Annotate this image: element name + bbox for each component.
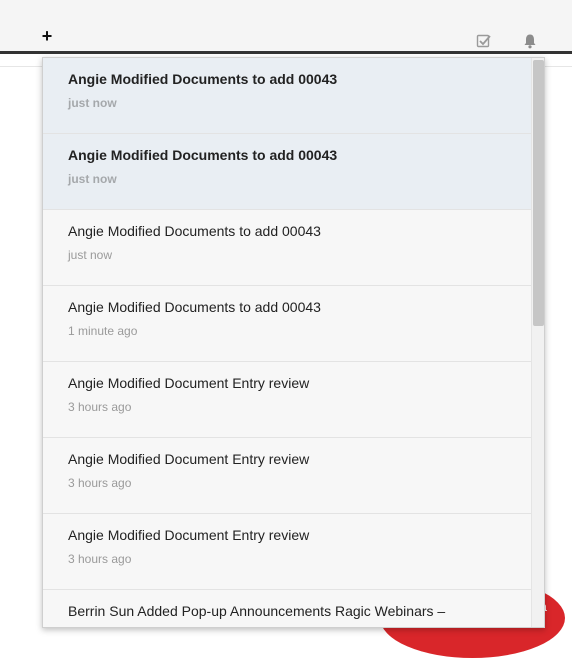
notification-item[interactable]: Berrin Sun Added Pop-up Announcements Ra… <box>43 590 531 627</box>
notification-time: 3 hours ago <box>68 400 132 414</box>
notification-item[interactable]: Angie Modified Documents to add 00043 jus… <box>43 210 531 286</box>
add-button[interactable]: + <box>39 26 55 46</box>
notification-title: Angie Modified Document Entry review <box>68 375 310 391</box>
notification-title: Angie Modified Document Entry review <box>68 451 310 467</box>
tasks-checkbox-icon[interactable] <box>476 33 492 49</box>
notification-title: Angie Modified Documents to add 00043 <box>68 147 338 163</box>
notification-time: just now <box>68 172 117 186</box>
notifications-dropdown: Angie Modified Documents to add 00043 jus… <box>42 57 545 628</box>
notification-title: Berrin Sun Added Pop-up Announcements Ra… <box>68 603 446 619</box>
notification-title: Angie Modified Documents to add 00043 <box>68 223 321 239</box>
top-navigation-bar: + <box>0 0 572 54</box>
scrollbar-thumb[interactable] <box>533 60 544 326</box>
notification-time: just now <box>68 96 117 110</box>
notification-title: Angie Modified Documents to add 00043 <box>68 299 321 315</box>
dropdown-scrollbar[interactable] <box>531 58 544 627</box>
notification-item[interactable]: Angie Modified Document Entry review 3 ho… <box>43 362 531 438</box>
notification-title: Angie Modified Documents to add 00043 <box>68 71 338 87</box>
bell-icon[interactable] <box>522 33 538 49</box>
notification-list: Angie Modified Documents to add 00043 jus… <box>43 58 531 627</box>
notification-time: 3 hours ago <box>68 476 132 490</box>
notification-item[interactable]: Angie Modified Documents to add 00043 jus… <box>43 134 531 210</box>
notification-item[interactable]: Angie Modified Documents to add 00043 jus… <box>43 58 531 134</box>
notification-time: 1 minute ago <box>68 324 138 338</box>
notification-item[interactable]: Angie Modified Document Entry review 3 ho… <box>43 514 531 590</box>
notification-time: just now <box>68 248 113 262</box>
notification-title: Angie Modified Document Entry review <box>68 527 310 543</box>
notification-time: 3 hours ago <box>68 552 132 566</box>
notification-item[interactable]: Angie Modified Document Entry review 3 ho… <box>43 438 531 514</box>
notification-item[interactable]: Angie Modified Documents to add 00043 1 m… <box>43 286 531 362</box>
